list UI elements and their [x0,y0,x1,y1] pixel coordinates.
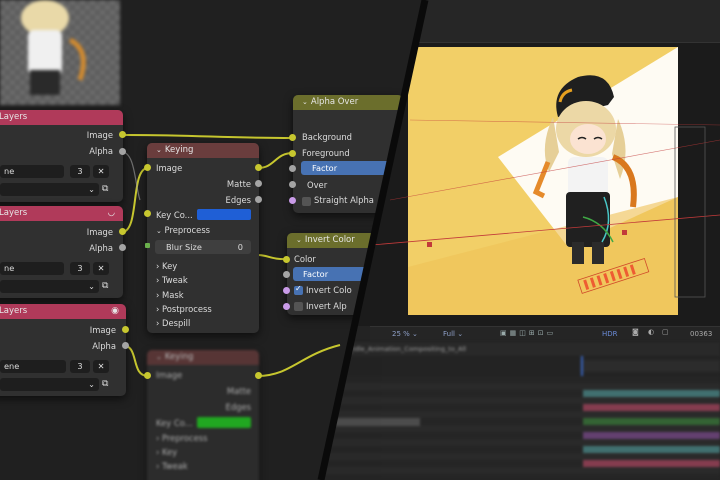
composite-screenshot: Layers Image Alpha ne 3 ✕ ⌄ ⧉ Layers ◡ Im… [0,0,720,480]
split-divider [317,0,429,480]
